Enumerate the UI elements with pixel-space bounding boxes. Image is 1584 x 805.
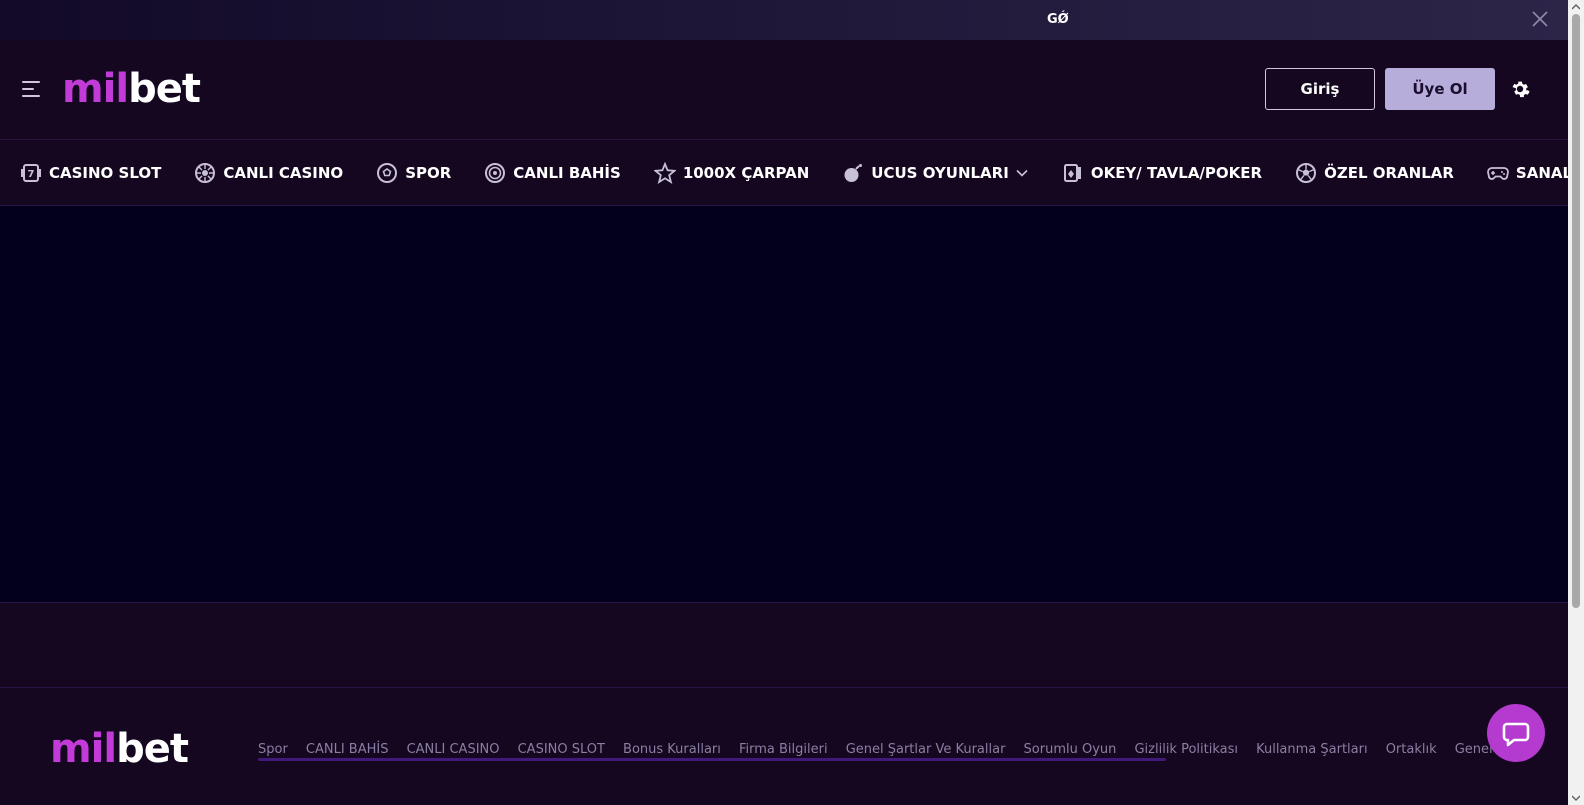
logo-text-bet: bet [128,66,201,112]
footer-link-ortaklik[interactable]: Ortaklık [1386,742,1437,757]
nav-item-label: SPOR [405,163,452,182]
site-footer: milbet Spor CANLI BAHİS CANLI CASINO CAS… [0,688,1568,805]
nav-item-label: 1000X ÇARPAN [682,163,810,182]
site-logo[interactable]: milbet [62,66,201,112]
nav-item-ozel-oranlar[interactable]: ÖZEL ORANLAR [1295,162,1454,184]
close-icon[interactable] [1530,9,1550,29]
chevron-down-icon[interactable] [1015,166,1029,180]
login-button[interactable]: Giriş [1265,68,1375,110]
svg-text:7: 7 [28,169,35,180]
footer-link-spor[interactable]: Spor [258,742,288,757]
footer-links-scrollbar[interactable] [258,758,1166,761]
site-header: milbet Giriş Üye Ol [0,40,1568,140]
footer-link-kullanma-sartlari[interactable]: Kullanma Şartları [1256,742,1368,757]
slot-icon: 7 [20,162,42,184]
footer-link-canli-bahis[interactable]: CANLI BAHİS [306,742,389,757]
nav-item-spor[interactable]: SPOR [376,162,451,184]
announcement-text: GǾ [1047,12,1069,27]
logo-text-mil: mil [62,66,129,112]
footer-link-sorumlu-oyun[interactable]: Sorumlu Oyun [1024,742,1117,757]
cards-icon [1062,162,1084,184]
nav-item-label: CANLI CASINO [223,163,344,182]
gamepad-icon [1487,162,1509,184]
nav-item-label: CASINO SLOT [49,163,162,182]
register-button[interactable]: Üye Ol [1385,68,1495,110]
footer-logo[interactable]: milbet [50,726,189,772]
scrollbar-thumb[interactable] [1572,14,1580,608]
nav-item-casino-slot[interactable]: 7 CASINO SLOT [20,162,161,184]
live-icon [484,162,506,184]
nav-item-okey-tavla-poker[interactable]: OKEY/ TAVLA/POKER [1062,162,1262,184]
nav-item-1000x-carpan[interactable]: 1000X ÇARPAN [653,161,810,184]
roulette-icon [194,162,216,184]
nav-item-label: UCUS OYUNLARI [871,163,1009,182]
nav-item-label: CANLI BAHİS [513,163,621,182]
footer-link-genel-sartlar[interactable]: Genel Şartlar Ve Kurallar [846,742,1006,757]
footer-link-casino-slot[interactable]: CASINO SLOT [518,742,605,757]
footer-link-bonus-kurallari[interactable]: Bonus Kuralları [623,742,721,757]
scroll-up-icon[interactable] [1572,3,1580,11]
logo-text-bet: bet [116,726,189,772]
football-icon [1295,162,1317,184]
footer-link-canli-casino[interactable]: CANLI CASINO [407,742,500,757]
live-chat-button[interactable] [1487,704,1545,762]
star-icon [653,161,676,184]
nav-item-label: ÖZEL ORANLAR [1324,163,1454,182]
nav-item-canli-bahis[interactable]: CANLI BAHİS [484,162,621,184]
chat-icon [1502,722,1530,747]
logo-text-mil: mil [50,726,117,772]
nav-item-canli-casino[interactable]: CANLI CASINO [194,162,343,184]
football-icon [376,162,398,184]
gear-icon[interactable] [1509,78,1531,100]
bomb-icon [842,162,864,184]
announcement-bar: GǾ [0,0,1568,40]
nav-item-ucus-oyunlari[interactable]: UCUS OYUNLARI [842,162,1029,184]
page-scrollbar[interactable] [1568,0,1584,805]
footer-links: Spor CANLI BAHİS CANLI CASINO CASINO SLO… [258,738,1498,768]
nav-item-label: OKEY/ TAVLA/POKER [1090,163,1263,182]
footer-band [0,603,1568,688]
footer-link-gizlilik[interactable]: Gizlilik Politikası [1134,742,1238,757]
menu-icon[interactable] [22,81,42,97]
footer-link-firma-bilgileri[interactable]: Firma Bilgileri [739,742,828,757]
scroll-down-icon[interactable] [1572,794,1580,802]
main-nav: 7 CASINO SLOT CANLI CASINO SPOR CANLI BA… [0,140,1584,206]
main-content [0,206,1568,603]
